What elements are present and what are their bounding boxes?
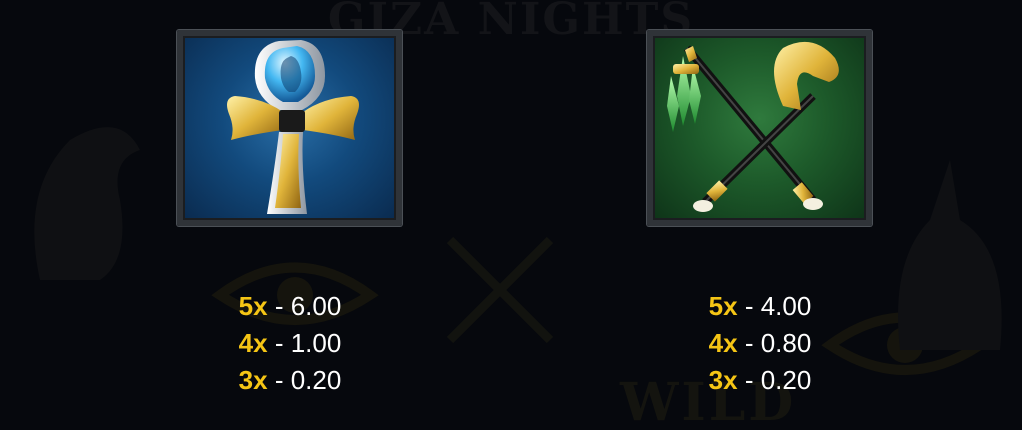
- payout-separator: -: [744, 291, 754, 321]
- payout-multiplier: 5x: [708, 291, 738, 321]
- crook-and-flail-symbol-card: [647, 30, 872, 226]
- payout-value: 4.00: [760, 291, 812, 321]
- payout-multiplier: 5x: [238, 291, 268, 321]
- payout-value: 1.00: [290, 328, 342, 358]
- payout-multiplier: 3x: [238, 365, 268, 395]
- payout-value: 0.20: [760, 365, 812, 395]
- payout-separator: -: [744, 328, 754, 358]
- payout-row: 3x - 0.20: [640, 362, 880, 399]
- payout-multiplier: 4x: [238, 328, 268, 358]
- payout-separator: -: [274, 328, 284, 358]
- background-arrow-icon: [446, 236, 554, 344]
- payout-value: 0.20: [290, 365, 342, 395]
- payout-value: 0.80: [760, 328, 812, 358]
- payout-value: 6.00: [290, 291, 342, 321]
- background-anubis-icon: [898, 160, 1002, 350]
- ankh-icon: [227, 40, 359, 214]
- crook-and-flail-icon: [667, 41, 839, 212]
- payout-row: 3x - 0.20: [170, 362, 410, 399]
- payout-row: 4x - 0.80: [640, 325, 880, 362]
- payout-row: 5x - 6.00: [170, 288, 410, 325]
- payout-separator: -: [274, 291, 284, 321]
- payout-row: 4x - 1.00: [170, 325, 410, 362]
- payout-separator: -: [744, 365, 754, 395]
- payout-multiplier: 4x: [708, 328, 738, 358]
- background-falcon-icon: [34, 127, 140, 280]
- payout-row: 5x - 4.00: [640, 288, 880, 325]
- crook-and-flail-paytable: 5x - 4.00 4x - 0.80 3x - 0.20: [640, 288, 880, 399]
- ankh-symbol-card: [177, 30, 402, 226]
- payout-separator: -: [274, 365, 284, 395]
- payout-multiplier: 3x: [708, 365, 738, 395]
- ankh-paytable: 5x - 6.00 4x - 1.00 3x - 0.20: [170, 288, 410, 399]
